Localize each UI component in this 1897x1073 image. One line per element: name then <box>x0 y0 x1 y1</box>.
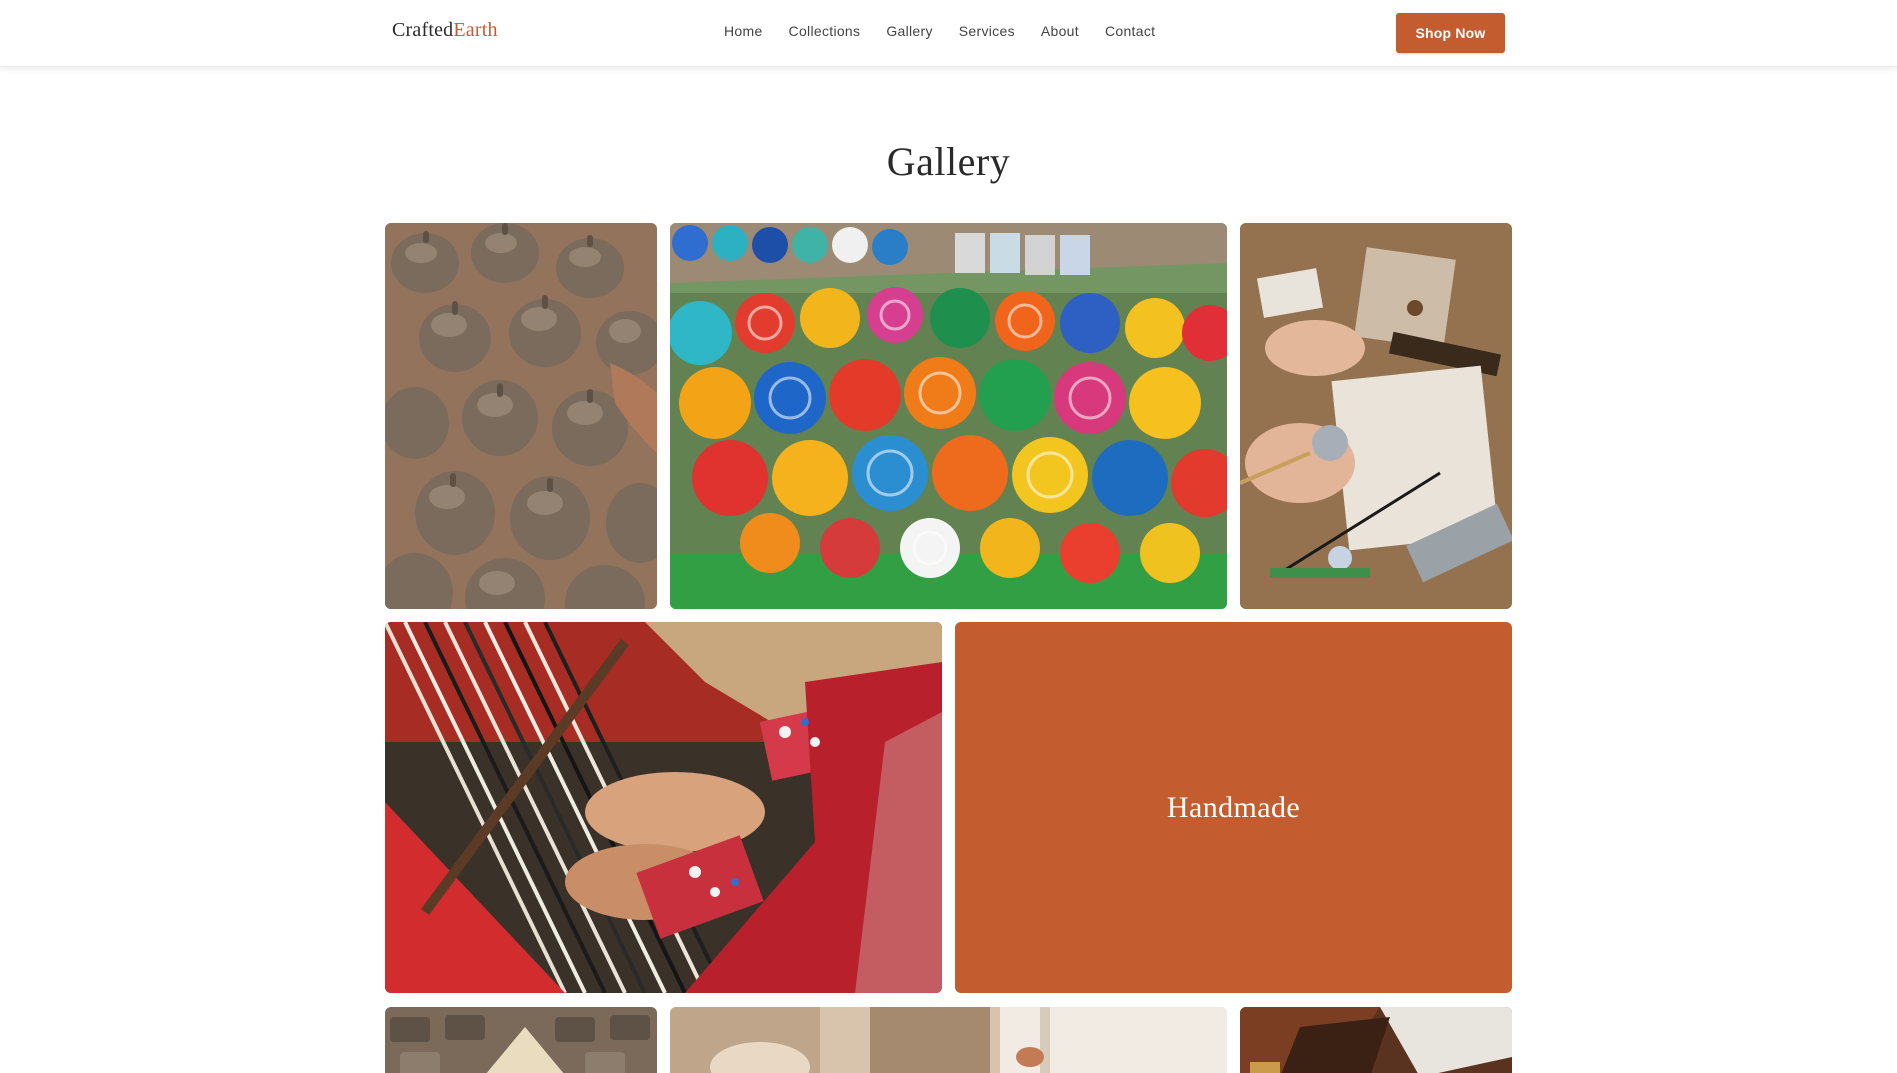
handmade-feature-tile[interactable]: Handmade <box>955 622 1512 993</box>
artisan-window-image[interactable] <box>670 1007 1227 1073</box>
gallery-title: Gallery <box>886 139 1011 184</box>
leather-craft-image[interactable] <box>1240 1007 1512 1073</box>
nav-link-gallery[interactable]: Gallery <box>886 23 932 39</box>
pottery-row-image[interactable] <box>385 1007 657 1073</box>
painted-bowls-image[interactable] <box>670 223 1227 609</box>
logo-text-earth: Earth <box>453 19 498 41</box>
logo-text-crafted: Crafted <box>392 19 454 41</box>
handmade-label: Handmade <box>1166 790 1301 824</box>
site-header: CraftedEarth Home Collections Gallery Se… <box>0 0 1897 67</box>
craftsperson-workbench-image[interactable] <box>1240 223 1512 609</box>
main-nav: Home Collections Gallery Services About … <box>724 23 1181 39</box>
nav-link-services[interactable]: Services <box>959 23 1015 39</box>
clay-pots-image[interactable] <box>385 223 657 609</box>
site-logo[interactable]: CraftedEarth <box>392 19 498 42</box>
nav-link-home[interactable]: Home <box>724 23 763 39</box>
nav-link-about[interactable]: About <box>1041 23 1079 39</box>
weaving-loom-image[interactable] <box>385 622 942 993</box>
shop-now-button[interactable]: Shop Now <box>1396 13 1505 53</box>
nav-link-collections[interactable]: Collections <box>789 23 861 39</box>
nav-link-contact[interactable]: Contact <box>1105 23 1155 39</box>
